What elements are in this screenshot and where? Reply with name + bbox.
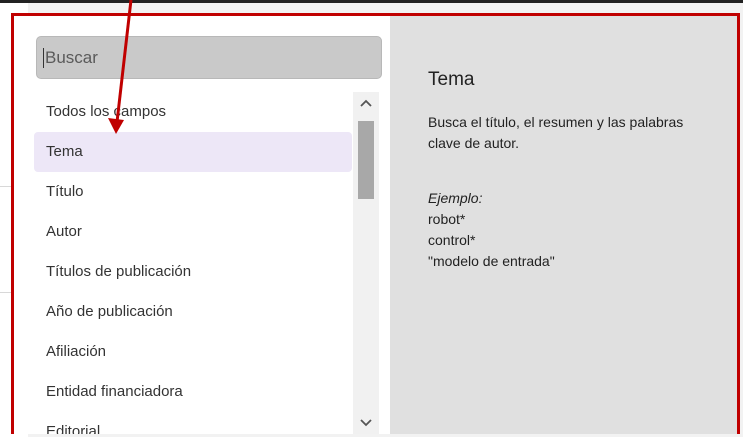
example-label: Ejemplo:	[428, 190, 483, 206]
search-field-dropdown: Todos los campos Tema Título Autor Títul…	[11, 13, 740, 434]
search-input[interactable]	[45, 37, 375, 78]
list-item-autor[interactable]: Autor	[34, 212, 352, 252]
list-item-ano-de-publicacion[interactable]: Año de publicación	[34, 292, 352, 332]
list-item-afiliacion[interactable]: Afiliación	[34, 332, 352, 372]
field-detail-panel: Tema Busca el título, el resumen y las p…	[390, 16, 737, 434]
field-list-panel: Todos los campos Tema Título Autor Títul…	[14, 16, 390, 434]
chevron-down-icon[interactable]	[353, 412, 379, 434]
example-item: control*	[428, 232, 476, 248]
chevron-up-icon[interactable]	[353, 92, 379, 114]
detail-title: Tema	[428, 69, 475, 90]
list-item-todos-los-campos[interactable]: Todos los campos	[34, 92, 352, 132]
list-item-editorial[interactable]: Editorial	[34, 412, 352, 434]
field-list: Todos los campos Tema Título Autor Títul…	[34, 92, 352, 434]
list-item-titulo[interactable]: Título	[34, 172, 352, 212]
example-item: robot*	[428, 211, 466, 227]
detail-description: Busca el título, el resumen y las palabr…	[428, 114, 684, 151]
example-item: "modelo de entrada"	[428, 253, 555, 269]
example-list: robot* control* "modelo de entrada"	[428, 209, 555, 272]
scrollbar-thumb[interactable]	[358, 121, 374, 199]
text-caret	[43, 48, 44, 68]
list-scrollbar[interactable]	[353, 92, 379, 434]
list-item-tema[interactable]: Tema	[34, 132, 352, 172]
search-box[interactable]	[36, 36, 382, 79]
list-item-entidad-financiadora[interactable]: Entidad financiadora	[34, 372, 352, 412]
list-item-titulos-de-publicacion[interactable]: Títulos de publicación	[34, 252, 352, 292]
